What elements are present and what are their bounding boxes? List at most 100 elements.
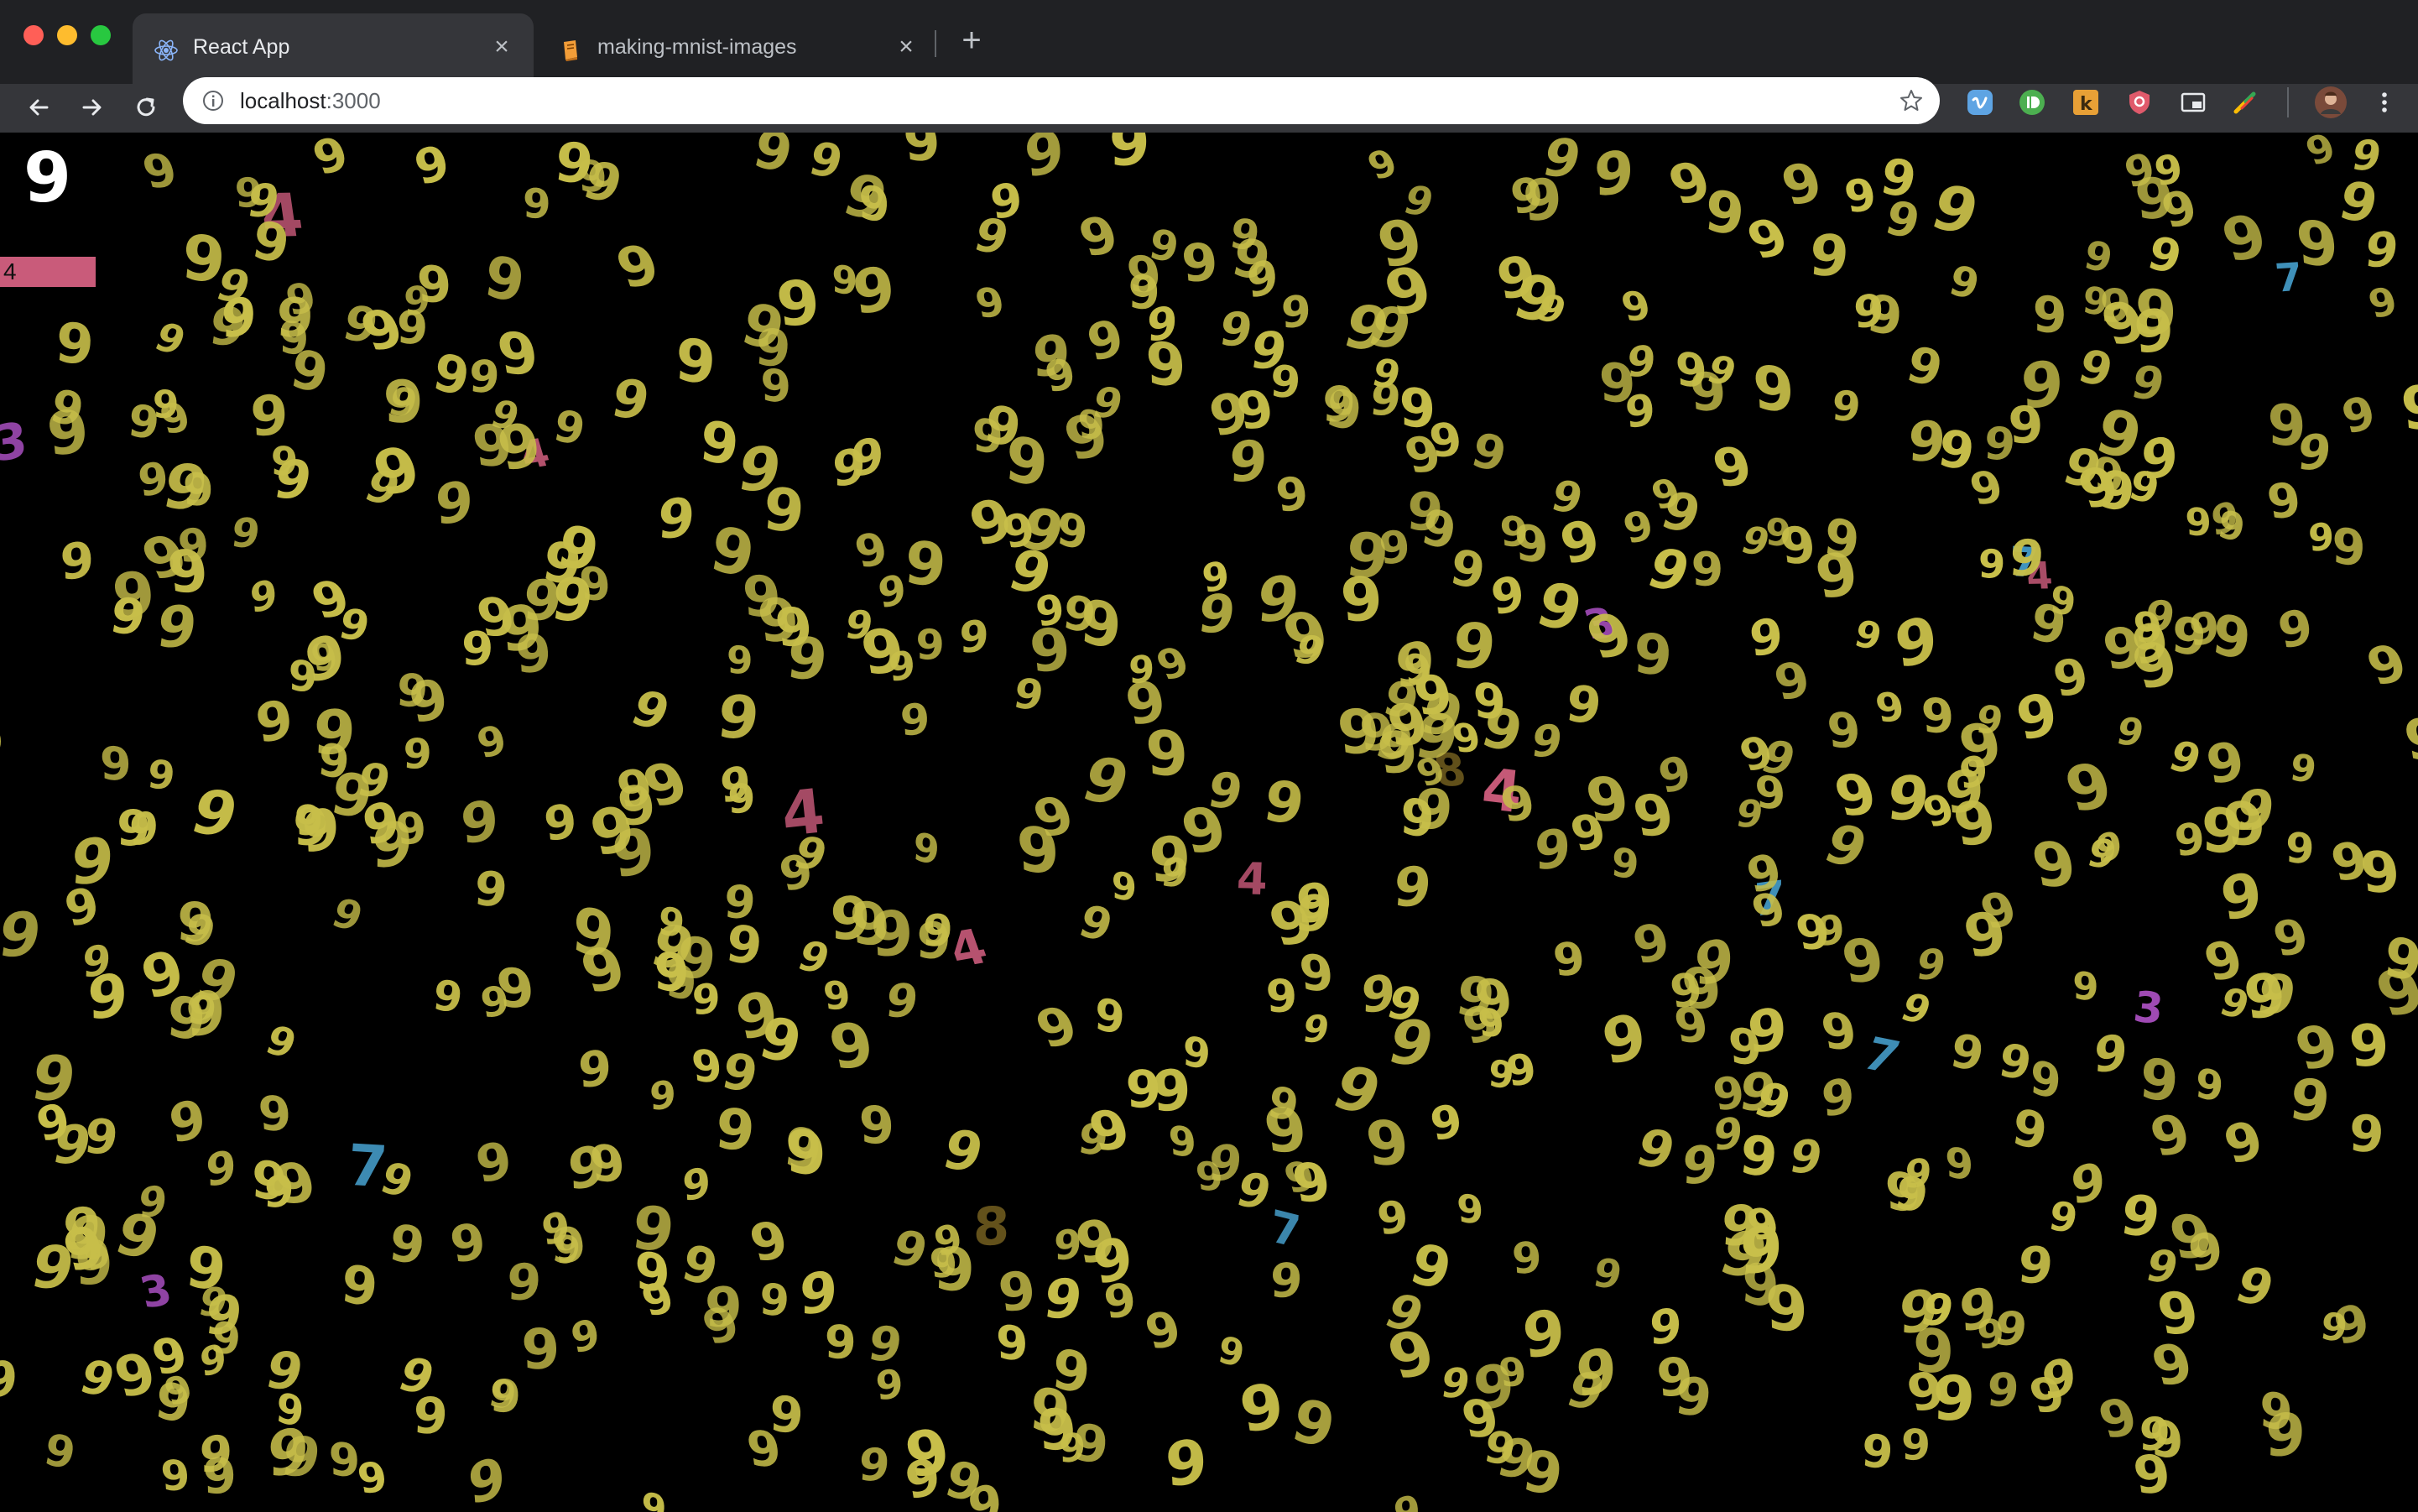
vimeo-icon[interactable]: [1967, 89, 1993, 116]
digit-9: 9: [1215, 1328, 1248, 1377]
digit-9: 9: [274, 1384, 306, 1438]
digit-9: 9: [1535, 816, 1571, 882]
digit-9: 9: [2228, 1257, 2281, 1319]
digit-9: 9: [1817, 1003, 1861, 1061]
window-close-button[interactable]: [23, 25, 44, 45]
digit-9: 9: [1092, 988, 1127, 1045]
digit-9: 9: [1159, 850, 1191, 895]
url-host: localhost: [240, 88, 326, 113]
forward-arrow-icon[interactable]: [76, 91, 109, 124]
window-maximize-button[interactable]: [91, 25, 111, 45]
digit-9: 9: [1618, 501, 1658, 553]
digit-9: 9: [962, 486, 1020, 560]
window-minimize-button[interactable]: [57, 25, 77, 45]
tab-react-app[interactable]: React App ×: [133, 13, 534, 84]
tab-making-mnist-images[interactable]: making-mnist-images ×: [537, 13, 938, 84]
digit-9: 9: [1529, 717, 1566, 768]
digit-9: 9: [1550, 932, 1587, 987]
more-menu-icon[interactable]: [2371, 89, 2398, 116]
digit-9: 9: [1426, 1093, 1466, 1151]
digit-9: 9: [1617, 284, 1655, 331]
digit-9: 9: [2187, 602, 2221, 657]
reload-icon[interactable]: [129, 91, 163, 124]
digit-9: 9: [2400, 707, 2418, 773]
digit-9: 9: [869, 897, 915, 971]
digit-9: 9: [1054, 1221, 1081, 1270]
digit-9: 9: [1590, 1250, 1626, 1299]
digit-9: 9: [2027, 830, 2082, 901]
digit-9: 9: [768, 1384, 805, 1446]
digit-9: 9: [1374, 1191, 1412, 1246]
pushbullet-icon[interactable]: [2019, 89, 2045, 116]
bookmark-star-icon[interactable]: [1898, 87, 1925, 114]
digit-9: 9: [1923, 172, 1987, 248]
digit-9: 9: [53, 310, 97, 378]
tab-divider: [935, 30, 936, 57]
digit-9: 9: [760, 360, 791, 414]
digit-9: 9: [1125, 1060, 1162, 1119]
digit-9: 9: [748, 133, 798, 185]
digit-9: 9: [472, 1130, 515, 1195]
digit-9: 9: [2025, 592, 2071, 659]
digit-9: 9: [901, 528, 949, 601]
digit-9: 9: [371, 807, 413, 883]
color-picker-icon[interactable]: [2232, 89, 2259, 116]
mnist-digit-canvas[interactable]: 3333444444477777788899999999999999999999…: [0, 133, 2418, 1512]
digit-9: 9: [107, 1201, 168, 1274]
digit-9: 9: [2337, 386, 2381, 445]
digit-9: 9: [1598, 351, 1636, 416]
shield-extension-icon[interactable]: [2126, 89, 2153, 116]
address-bar[interactable]: localhost:3000: [183, 77, 1940, 124]
digit-9: 9: [2138, 1408, 2171, 1462]
digit-9: 9: [326, 890, 368, 941]
digit-9: 9: [2127, 356, 2170, 411]
digit-9: 9: [306, 133, 355, 186]
digit-9: 9: [1894, 984, 1937, 1032]
digit-9: 9: [480, 242, 529, 317]
digit-9: 9: [2092, 1388, 2144, 1451]
digit-9: 9: [1701, 176, 1748, 249]
back-arrow-icon[interactable]: [22, 91, 55, 124]
digit-9: 9: [901, 133, 942, 173]
digit-9: 9: [972, 280, 1008, 327]
k-extension-icon[interactable]: k: [2072, 89, 2099, 116]
digit-9: 9: [1891, 602, 1941, 683]
digit-9: 9: [1973, 697, 2006, 742]
digit-9: 9: [1297, 944, 1337, 1004]
digit-9: 9: [40, 1425, 80, 1481]
digit-9: 9: [394, 663, 430, 718]
digit-9: 9: [1775, 152, 1830, 219]
digit-9: 9: [608, 233, 667, 301]
profile-avatar[interactable]: [2314, 86, 2348, 119]
digit-9: 9: [435, 469, 474, 538]
digit-9: 9: [2295, 424, 2333, 482]
digit-9: 9: [2143, 226, 2187, 284]
info-icon[interactable]: [201, 89, 225, 112]
digit-9: 9: [714, 683, 763, 753]
digit-9: 9: [100, 737, 132, 792]
tab-close-icon[interactable]: ×: [488, 34, 515, 60]
digit-9: 9: [1399, 375, 1436, 441]
picture-in-picture-icon[interactable]: [2180, 89, 2207, 116]
digit-9: 9: [1807, 223, 1852, 289]
digit-9: 9: [198, 1334, 228, 1386]
digit-9: 9: [832, 437, 866, 498]
digit-9: 9: [409, 135, 456, 197]
digit-9: 9: [754, 586, 803, 655]
digit-9: 9: [805, 133, 848, 189]
digit-9: 9: [206, 1140, 237, 1198]
digit-9: 9: [2092, 1024, 2129, 1084]
digit-9: 9: [640, 1484, 668, 1512]
new-tab-button[interactable]: +: [955, 23, 988, 57]
digit-9: 9: [673, 325, 718, 399]
digit-9: 9: [1751, 351, 1795, 427]
tab-close-icon[interactable]: ×: [893, 34, 920, 60]
digit-9: 9: [2070, 1152, 2108, 1217]
digit-9: 9: [727, 638, 753, 683]
digit-9: 9: [1235, 1370, 1288, 1447]
digit-9: 9: [2380, 925, 2418, 996]
svg-text:k: k: [2080, 94, 2093, 115]
digit-9: 9: [137, 143, 182, 199]
digit-9: 9: [915, 620, 945, 670]
digit-9: 9: [2399, 373, 2418, 443]
